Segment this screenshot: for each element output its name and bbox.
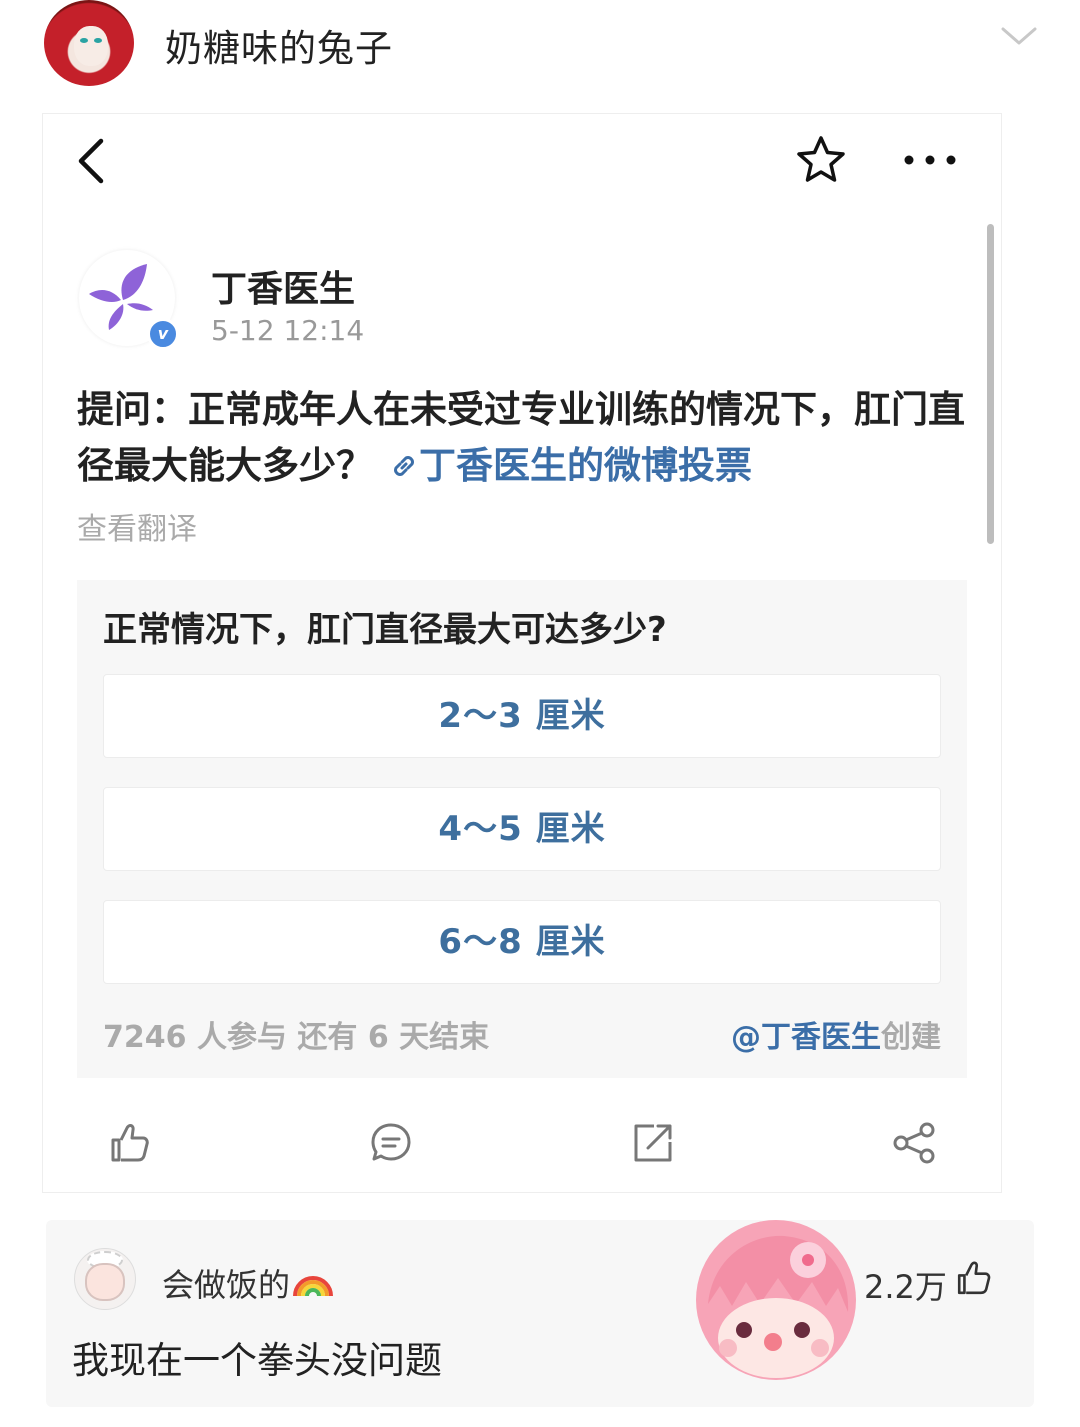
scrollbar[interactable]: [987, 224, 994, 544]
comment-card: 会做饭的 我现在一个拳头没问题 2.2万: [46, 1220, 1034, 1407]
post-body: 提问：正常成年人在未受过专业训练的情况下，肛门直径最大能大多少？ 丁香医生的微博…: [77, 382, 977, 494]
top-user-header: 奶糖味的兔子: [0, 0, 1080, 95]
more-options-icon[interactable]: [903, 142, 957, 178]
nav-bar: [43, 114, 1001, 214]
comment-text: 我现在一个拳头没问题: [72, 1339, 442, 1382]
poll-creator: @丁香医生创建: [731, 1012, 941, 1056]
vote-link[interactable]: 丁香医生的微博投票: [419, 444, 752, 487]
pink-character-sticker: [696, 1220, 856, 1380]
commenter-avatar[interactable]: [74, 1248, 136, 1310]
poll-option[interactable]: 6～8 厘米: [103, 900, 941, 984]
comment-like-count: 2.2万: [864, 1268, 947, 1306]
poll-question: 正常情况下，肛门直径最大可达多少?: [103, 610, 667, 650]
thumb-up-icon[interactable]: [107, 1120, 153, 1166]
thumb-up-icon[interactable]: [954, 1258, 994, 1298]
user-avatar[interactable]: [44, 0, 134, 86]
poster-name[interactable]: 丁香医生: [211, 260, 355, 312]
link-icon: [394, 456, 414, 476]
view-translation-link[interactable]: 查看翻译: [77, 504, 197, 548]
share-icon[interactable]: [891, 1120, 937, 1166]
username[interactable]: 奶糖味的兔子: [165, 18, 393, 72]
post-screenshot: v 丁香医生 5-12 12:14 提问：正常成年人在未受过专业训练的情况下，肛…: [42, 113, 1002, 1193]
verified-badge-icon: v: [147, 318, 179, 350]
post-timestamp: 5-12 12:14: [211, 314, 365, 347]
poll-card: 正常情况下，肛门直径最大可达多少? 2～3 厘米 4～5 厘米 6～8 厘米 7…: [77, 580, 967, 1078]
poll-option[interactable]: 4～5 厘米: [103, 787, 941, 871]
star-icon[interactable]: [795, 134, 847, 186]
chevron-down-icon[interactable]: [1000, 24, 1038, 48]
creator-handle[interactable]: @丁香医生: [731, 1020, 881, 1055]
poll-option[interactable]: 2～3 厘米: [103, 674, 941, 758]
commenter-name-row: 会做饭的: [162, 1260, 334, 1306]
creator-suffix: 创建: [881, 1020, 941, 1055]
poll-stats: 7246 人参与 还有 6 天结束: [103, 1020, 490, 1055]
commenter-name[interactable]: 会做饭的: [162, 1266, 290, 1304]
repost-icon[interactable]: [630, 1120, 676, 1166]
comment-icon[interactable]: [368, 1120, 414, 1166]
back-arrow-icon[interactable]: [71, 136, 111, 186]
rainbow-emoji-icon: [293, 1276, 334, 1297]
